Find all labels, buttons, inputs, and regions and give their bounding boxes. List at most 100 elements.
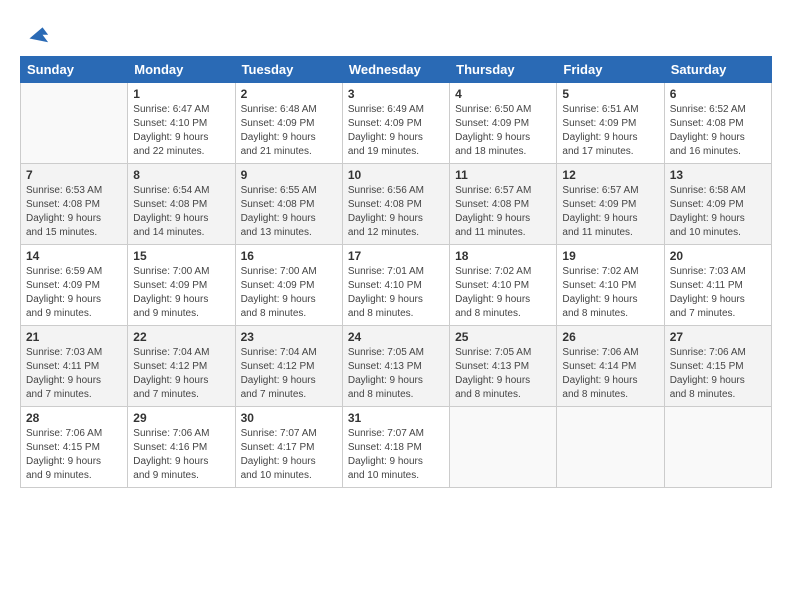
calendar-cell: 27Sunrise: 7:06 AM Sunset: 4:15 PM Dayli… [664, 326, 771, 407]
day-number: 4 [455, 87, 551, 101]
day-number: 9 [241, 168, 337, 182]
calendar-cell: 2 Sunrise: 6:48 AM Sunset: 4:09 PM Daylig… [235, 83, 342, 164]
day-info: Sunrise: 7:02 AM Sunset: 4:10 PM Dayligh… [455, 265, 551, 321]
calendar-week-row: 1 Sunrise: 6:47 AM Sunset: 4:10 PM Daylig… [21, 83, 772, 164]
day-info: Sunrise: 7:06 AM Sunset: 4:15 PM Dayligh… [26, 427, 122, 483]
day-number: 5 [562, 87, 658, 101]
calendar-cell: 26 Sunrise: 7:06 AM Sunset: 4:14 PM Dayli… [557, 326, 664, 407]
day-number: 3 [348, 87, 444, 101]
header-sunday: Sunday [21, 57, 128, 83]
day-number: 26 [562, 330, 658, 344]
day-number: 8 [133, 168, 229, 182]
header-tuesday: Tuesday [235, 57, 342, 83]
day-number: 20 [670, 249, 766, 263]
header-friday: Friday [557, 57, 664, 83]
day-number: 6 [670, 87, 766, 101]
header-thursday: Thursday [450, 57, 557, 83]
calendar-header-row: SundayMondayTuesdayWednesdayThursdayFrid… [21, 57, 772, 83]
day-number: 21 [26, 330, 122, 344]
calendar-cell [557, 407, 664, 488]
header [20, 18, 772, 46]
calendar-cell: 24 Sunrise: 7:05 AM Sunset: 4:13 PM Dayli… [342, 326, 449, 407]
calendar-cell [450, 407, 557, 488]
day-info: Sunrise: 7:05 AM Sunset: 4:13 PM Dayligh… [455, 346, 551, 402]
calendar-cell: 9Sunrise: 6:55 AM Sunset: 4:08 PM Daylig… [235, 164, 342, 245]
day-info: Sunrise: 7:04 AM Sunset: 4:12 PM Dayligh… [241, 346, 337, 402]
calendar-week-row: 7Sunrise: 6:53 AM Sunset: 4:08 PM Daylig… [21, 164, 772, 245]
day-info: Sunrise: 7:00 AM Sunset: 4:09 PM Dayligh… [241, 265, 337, 321]
calendar-cell: 8 Sunrise: 6:54 AM Sunset: 4:08 PM Daylig… [128, 164, 235, 245]
day-info: Sunrise: 6:47 AM Sunset: 4:10 PM Dayligh… [133, 103, 229, 159]
calendar-cell: 6 Sunrise: 6:52 AM Sunset: 4:08 PM Daylig… [664, 83, 771, 164]
day-info: Sunrise: 6:48 AM Sunset: 4:09 PM Dayligh… [241, 103, 337, 159]
day-info: Sunrise: 7:06 AM Sunset: 4:15 PM Dayligh… [670, 346, 766, 402]
day-number: 12 [562, 168, 658, 182]
day-info: Sunrise: 6:51 AM Sunset: 4:09 PM Dayligh… [562, 103, 658, 159]
calendar-cell [664, 407, 771, 488]
day-number: 30 [241, 411, 337, 425]
day-number: 28 [26, 411, 122, 425]
day-info: Sunrise: 7:06 AM Sunset: 4:14 PM Dayligh… [562, 346, 658, 402]
calendar-cell: 7Sunrise: 6:53 AM Sunset: 4:08 PM Daylig… [21, 164, 128, 245]
day-info: Sunrise: 7:07 AM Sunset: 4:18 PM Dayligh… [348, 427, 444, 483]
header-wednesday: Wednesday [342, 57, 449, 83]
day-info: Sunrise: 7:03 AM Sunset: 4:11 PM Dayligh… [26, 346, 122, 402]
calendar-week-row: 28 Sunrise: 7:06 AM Sunset: 4:15 PM Dayli… [21, 407, 772, 488]
day-number: 1 [133, 87, 229, 101]
day-info: Sunrise: 6:50 AM Sunset: 4:09 PM Dayligh… [455, 103, 551, 159]
calendar-cell: 25 Sunrise: 7:05 AM Sunset: 4:13 PM Dayli… [450, 326, 557, 407]
calendar-cell: 4 Sunrise: 6:50 AM Sunset: 4:09 PM Daylig… [450, 83, 557, 164]
day-number: 25 [455, 330, 551, 344]
calendar-cell: 11 Sunrise: 6:57 AM Sunset: 4:08 PM Dayli… [450, 164, 557, 245]
day-number: 13 [670, 168, 766, 182]
calendar-cell: 14Sunrise: 6:59 AM Sunset: 4:09 PM Dayli… [21, 245, 128, 326]
calendar-cell: 15 Sunrise: 7:00 AM Sunset: 4:09 PM Dayli… [128, 245, 235, 326]
day-number: 24 [348, 330, 444, 344]
day-number: 22 [133, 330, 229, 344]
day-number: 19 [562, 249, 658, 263]
day-number: 15 [133, 249, 229, 263]
day-info: Sunrise: 6:56 AM Sunset: 4:08 PM Dayligh… [348, 184, 444, 240]
calendar-cell: 23 Sunrise: 7:04 AM Sunset: 4:12 PM Dayli… [235, 326, 342, 407]
calendar-cell: 21 Sunrise: 7:03 AM Sunset: 4:11 PM Dayli… [21, 326, 128, 407]
day-info: Sunrise: 7:06 AM Sunset: 4:16 PM Dayligh… [133, 427, 229, 483]
calendar-cell: 18Sunrise: 7:02 AM Sunset: 4:10 PM Dayli… [450, 245, 557, 326]
day-number: 10 [348, 168, 444, 182]
day-info: Sunrise: 6:54 AM Sunset: 4:08 PM Dayligh… [133, 184, 229, 240]
calendar-cell: 12 Sunrise: 6:57 AM Sunset: 4:09 PM Dayli… [557, 164, 664, 245]
header-saturday: Saturday [664, 57, 771, 83]
day-number: 11 [455, 168, 551, 182]
day-number: 31 [348, 411, 444, 425]
day-info: Sunrise: 7:01 AM Sunset: 4:10 PM Dayligh… [348, 265, 444, 321]
day-number: 7 [26, 168, 122, 182]
day-info: Sunrise: 6:57 AM Sunset: 4:09 PM Dayligh… [562, 184, 658, 240]
day-info: Sunrise: 6:57 AM Sunset: 4:08 PM Dayligh… [455, 184, 551, 240]
calendar-cell: 29 Sunrise: 7:06 AM Sunset: 4:16 PM Dayli… [128, 407, 235, 488]
day-info: Sunrise: 7:00 AM Sunset: 4:09 PM Dayligh… [133, 265, 229, 321]
calendar-cell: 3 Sunrise: 6:49 AM Sunset: 4:09 PM Daylig… [342, 83, 449, 164]
calendar-cell: 1 Sunrise: 6:47 AM Sunset: 4:10 PM Daylig… [128, 83, 235, 164]
day-number: 17 [348, 249, 444, 263]
day-info: Sunrise: 7:04 AM Sunset: 4:12 PM Dayligh… [133, 346, 229, 402]
day-info: Sunrise: 7:02 AM Sunset: 4:10 PM Dayligh… [562, 265, 658, 321]
day-number: 23 [241, 330, 337, 344]
logo [20, 18, 50, 46]
calendar-cell: 20 Sunrise: 7:03 AM Sunset: 4:11 PM Dayli… [664, 245, 771, 326]
calendar-cell: 17 Sunrise: 7:01 AM Sunset: 4:10 PM Dayli… [342, 245, 449, 326]
logo-icon [22, 18, 50, 46]
calendar-cell: 19 Sunrise: 7:02 AM Sunset: 4:10 PM Dayli… [557, 245, 664, 326]
calendar-cell: 31 Sunrise: 7:07 AM Sunset: 4:18 PM Dayli… [342, 407, 449, 488]
day-info: Sunrise: 6:59 AM Sunset: 4:09 PM Dayligh… [26, 265, 122, 321]
header-monday: Monday [128, 57, 235, 83]
calendar-cell: 10 Sunrise: 6:56 AM Sunset: 4:08 PM Dayli… [342, 164, 449, 245]
calendar-cell: 13 Sunrise: 6:58 AM Sunset: 4:09 PM Dayli… [664, 164, 771, 245]
day-info: Sunrise: 6:58 AM Sunset: 4:09 PM Dayligh… [670, 184, 766, 240]
day-info: Sunrise: 6:49 AM Sunset: 4:09 PM Dayligh… [348, 103, 444, 159]
day-info: Sunrise: 6:52 AM Sunset: 4:08 PM Dayligh… [670, 103, 766, 159]
day-info: Sunrise: 7:07 AM Sunset: 4:17 PM Dayligh… [241, 427, 337, 483]
calendar-week-row: 14Sunrise: 6:59 AM Sunset: 4:09 PM Dayli… [21, 245, 772, 326]
day-number: 2 [241, 87, 337, 101]
day-info: Sunrise: 7:03 AM Sunset: 4:11 PM Dayligh… [670, 265, 766, 321]
day-info: Sunrise: 7:05 AM Sunset: 4:13 PM Dayligh… [348, 346, 444, 402]
day-number: 29 [133, 411, 229, 425]
